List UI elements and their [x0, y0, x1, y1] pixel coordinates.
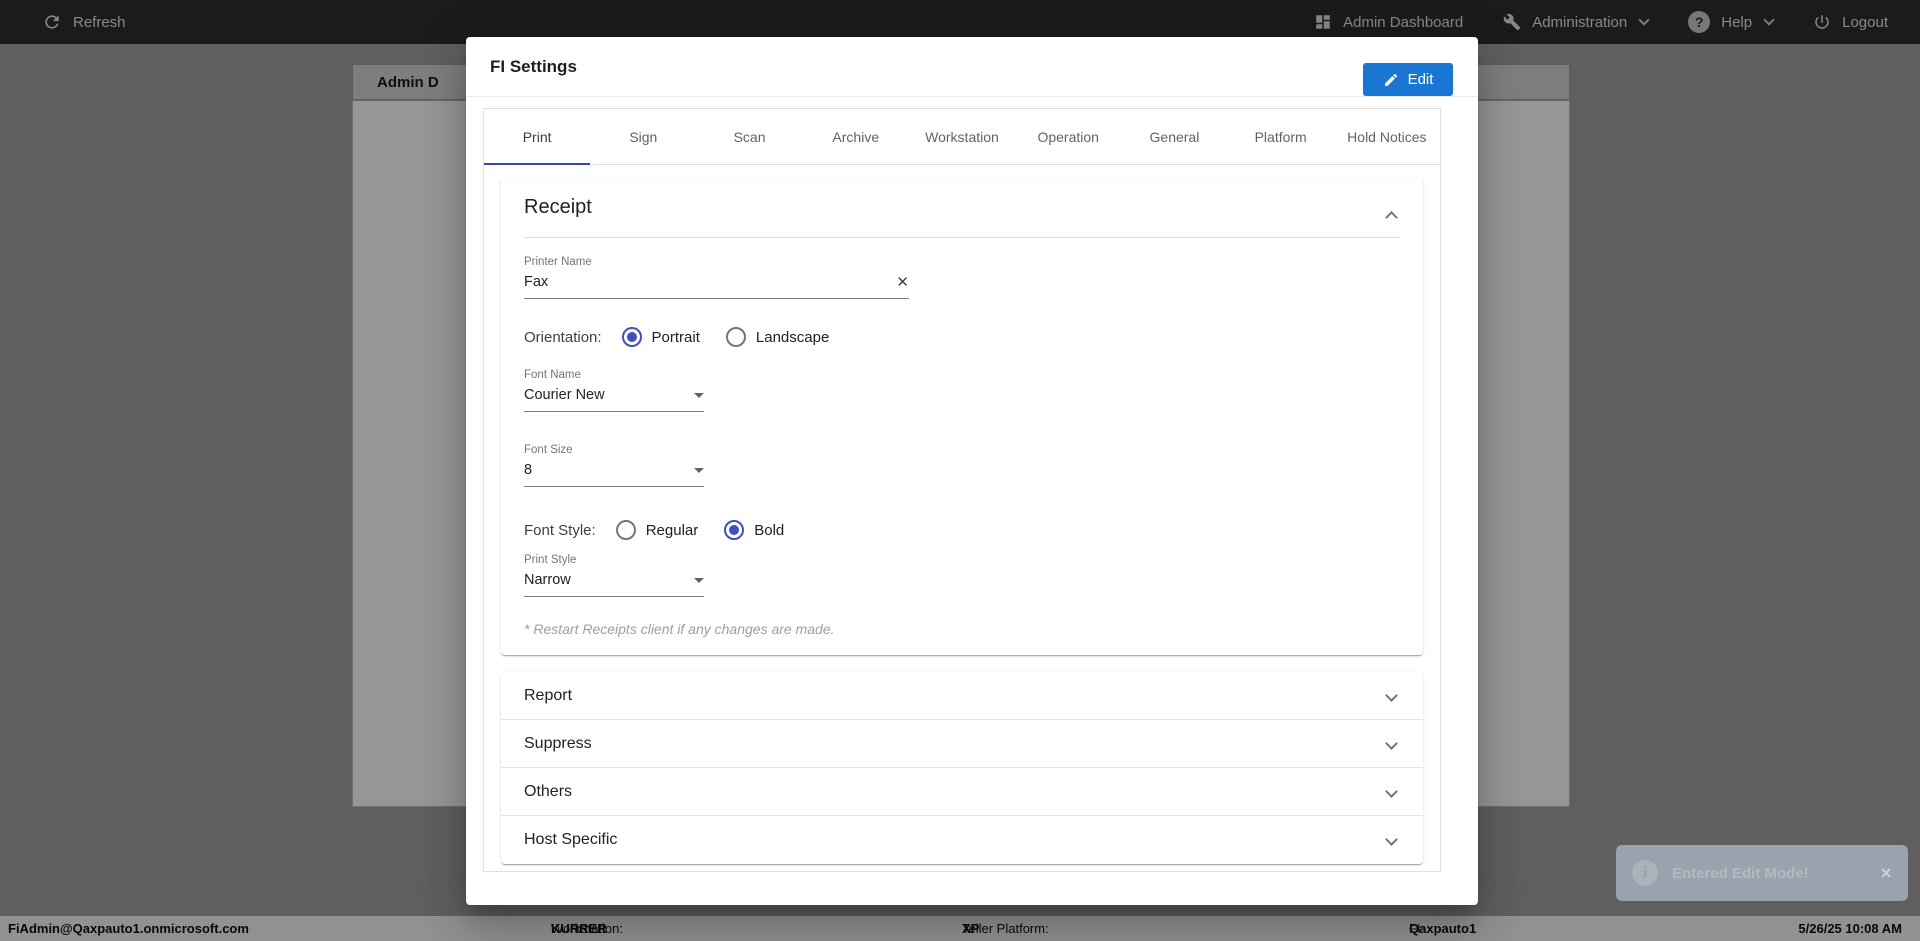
receipt-panel-body: Printer Name Fax ✕ Orientation: Portrait: [501, 238, 1423, 655]
printer-name-field: Printer Name Fax ✕: [524, 256, 909, 299]
tab-sign[interactable]: Sign: [590, 109, 696, 164]
print-style-select[interactable]: Narrow: [524, 572, 704, 597]
settings-tabs-card: Print Sign Scan Archive Workstation Oper…: [483, 108, 1441, 872]
radio-selected-icon: [621, 327, 642, 347]
edit-button[interactable]: Edit: [1363, 63, 1453, 96]
info-icon: i: [1632, 860, 1658, 886]
toast-message: Entered Edit Mode!: [1672, 864, 1809, 882]
others-panel-header[interactable]: Others: [501, 768, 1423, 816]
others-panel-title: Others: [524, 782, 573, 800]
clear-icon[interactable]: ✕: [896, 275, 909, 290]
chevron-down-icon: [1385, 736, 1398, 750]
font-name-label: Font Name: [524, 369, 581, 381]
radio-unselected-icon: [725, 327, 746, 347]
regular-label: Regular: [645, 521, 699, 539]
tab-label: Scan: [733, 128, 766, 145]
tab-label: Platform: [1254, 128, 1307, 145]
collapsed-panels-group: Report Suppress Others Host Specific: [501, 672, 1423, 864]
receipt-panel: Receipt Printer Name Fax ✕ Orientation:: [501, 178, 1423, 655]
toast-notification: i Entered Edit Mode! ✕: [1616, 845, 1908, 901]
tab-label: Workstation: [925, 128, 999, 145]
orientation-label: Orientation:: [524, 328, 602, 346]
screen: Refresh Admin Dashboard Administration ?…: [0, 0, 1920, 941]
tab-label: Sign: [629, 128, 658, 145]
tab-platform[interactable]: Platform: [1228, 109, 1334, 164]
report-panel-title: Report: [524, 686, 573, 704]
printer-name-input[interactable]: Fax ✕: [524, 274, 909, 299]
font-size-label: Font Size: [524, 444, 573, 456]
orientation-portrait-option[interactable]: Portrait: [621, 327, 700, 347]
portrait-label: Portrait: [651, 328, 700, 346]
font-style-label: Font Style:: [524, 521, 596, 539]
tab-hold-notices[interactable]: Hold Notices: [1334, 109, 1440, 164]
font-style-regular-option[interactable]: Regular: [615, 520, 699, 540]
tab-print[interactable]: Print: [484, 109, 591, 165]
chevron-down-icon: [1385, 784, 1398, 798]
print-style-value: Narrow: [524, 572, 571, 588]
receipt-panel-title: Receipt: [524, 196, 592, 218]
dialog-title: FI Settings: [490, 56, 577, 76]
tab-label: Archive: [832, 128, 880, 145]
host-specific-panel-title: Host Specific: [524, 831, 618, 848]
tab-workstation[interactable]: Workstation: [909, 109, 1015, 164]
bold-label: Bold: [754, 521, 785, 539]
chevron-up-icon: [1385, 210, 1398, 224]
font-name-select[interactable]: Courier New: [524, 387, 704, 412]
tab-archive[interactable]: Archive: [803, 109, 909, 164]
chevron-down-icon: [1385, 688, 1398, 702]
printer-name-value: Fax: [524, 274, 549, 290]
receipt-panel-header[interactable]: Receipt: [501, 178, 1423, 237]
font-size-select[interactable]: 8: [524, 462, 704, 487]
host-specific-panel-header[interactable]: Host Specific: [501, 816, 1423, 864]
dropdown-caret-icon: [694, 577, 704, 583]
tab-bar: Print Sign Scan Archive Workstation Oper…: [484, 109, 1440, 165]
landscape-label: Landscape: [755, 328, 830, 346]
font-style-row: Font Style: Regular Bold: [524, 520, 1399, 540]
suppress-panel-title: Suppress: [524, 734, 592, 752]
tab-operation[interactable]: Operation: [1015, 109, 1121, 164]
toast-close-icon[interactable]: ✕: [1880, 865, 1892, 882]
dropdown-caret-icon: [694, 392, 704, 398]
font-size-field: Font Size 8: [524, 444, 704, 487]
print-style-field: Print Style Narrow: [524, 554, 704, 597]
orientation-landscape-option[interactable]: Landscape: [725, 327, 830, 347]
font-name-field: Font Name Courier New: [524, 369, 704, 412]
pencil-icon: [1383, 72, 1399, 88]
printer-name-label: Printer Name: [524, 256, 592, 268]
fi-settings-dialog: FI Settings Edit Print Sign Scan Archive…: [466, 37, 1478, 905]
dropdown-caret-icon: [694, 467, 704, 473]
chevron-down-icon: [1385, 833, 1398, 846]
orientation-row: Orientation: Portrait Landscape: [524, 327, 1399, 347]
font-name-value: Courier New: [524, 387, 605, 403]
report-panel-header[interactable]: Report: [501, 672, 1423, 720]
radio-unselected-icon: [615, 520, 636, 540]
font-size-value: 8: [524, 462, 533, 478]
tab-label: Operation: [1037, 128, 1099, 145]
tab-label: Print: [522, 128, 552, 145]
tab-general[interactable]: General: [1121, 109, 1227, 164]
restart-note: * Restart Receipts client if any changes…: [524, 621, 835, 637]
tab-scan[interactable]: Scan: [696, 109, 802, 164]
dialog-header: FI Settings Edit: [466, 37, 1478, 97]
active-tab-ink-bar: [484, 163, 591, 165]
print-style-label: Print Style: [524, 554, 577, 566]
radio-selected-icon: [724, 520, 745, 540]
tab-label: Hold Notices: [1347, 128, 1427, 145]
suppress-panel-header[interactable]: Suppress: [501, 720, 1423, 768]
edit-button-label: Edit: [1407, 71, 1434, 88]
font-style-bold-option[interactable]: Bold: [724, 520, 784, 540]
tab-label: General: [1149, 128, 1200, 145]
